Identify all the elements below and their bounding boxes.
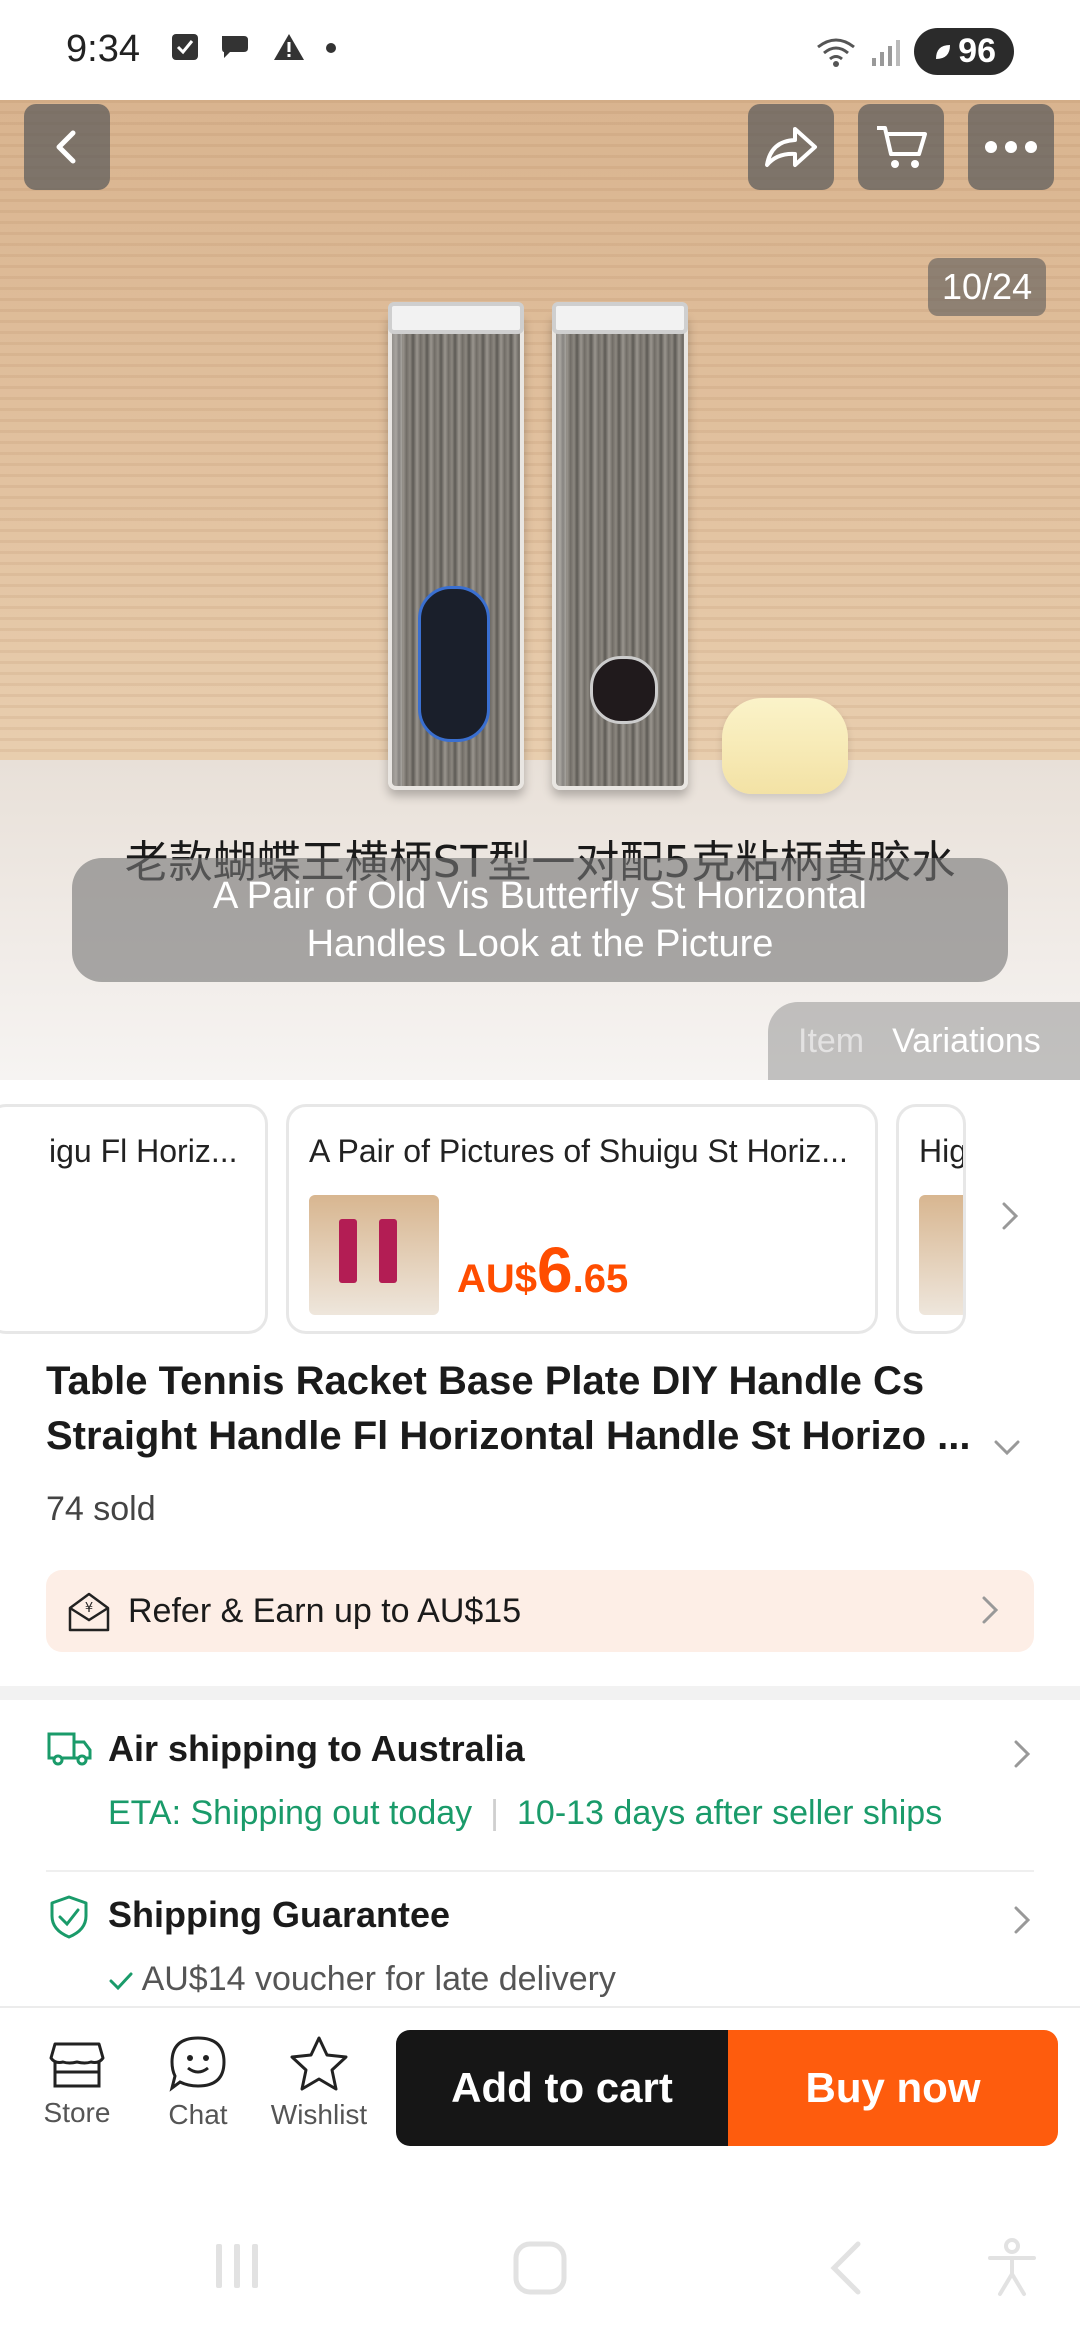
variant-card[interactable]: igu Fl Horiz... (0, 1104, 268, 1334)
chat-label: Chat (168, 2099, 228, 2130)
product-image-gallery[interactable]: 10/24 老款蝴蝶王横柄ST型一对配5克粘柄黄胶水 A Pair of Old… (0, 100, 1080, 1080)
price-currency: AU$ (457, 1257, 538, 1301)
cart-button[interactable] (858, 104, 944, 190)
price-decimal: .65 (572, 1257, 629, 1301)
tab-item[interactable]: Item (798, 1022, 864, 1061)
dot-icon (326, 43, 336, 53)
status-bar: 9:34 96 (0, 0, 1080, 100)
handle-cap (388, 302, 524, 334)
variant-card-selected[interactable]: A Pair of Pictures of Shuigu St Horiz...… (286, 1104, 878, 1334)
translation-overlay: A Pair of Old Vis Butterfly St Horizonta… (72, 858, 1008, 982)
status-time: 9:34 (66, 28, 140, 70)
checkbox-notification-icon (172, 34, 198, 60)
price-integer: 6 (537, 1234, 573, 1306)
recent-apps-icon[interactable] (212, 2240, 264, 2292)
shield-check-icon (50, 1895, 88, 1939)
signal-icon (872, 39, 901, 66)
add-to-cart-button[interactable]: Add to cart (396, 2030, 728, 2146)
home-icon[interactable] (512, 2240, 568, 2296)
wifi-icon (817, 38, 856, 67)
refer-earn-banner[interactable]: ¥ Refer & Earn up to AU$15 (46, 1570, 1034, 1652)
warning-icon (274, 34, 304, 60)
handle-logo (590, 656, 658, 724)
chevron-right-icon (1014, 1740, 1031, 1768)
star-icon (290, 2036, 348, 2091)
battery-indicator: 96 (914, 28, 1014, 75)
check-icon (109, 1972, 133, 1991)
store-label: Store (43, 2097, 111, 2128)
refer-envelope-icon: ¥ (68, 1592, 110, 1632)
share-icon (765, 127, 817, 167)
guarantee-voucher-text: AU$14 voucher for late delivery (141, 1960, 616, 1998)
chat-button[interactable]: Chat (143, 2034, 253, 2131)
handle-left-image (388, 302, 524, 790)
refer-label: Refer & Earn up to AU$15 (128, 1591, 522, 1630)
variations-carousel[interactable]: igu Fl Horiz... A Pair of Pictures of Sh… (0, 1080, 1080, 1350)
buy-now-button[interactable]: Buy now (728, 2030, 1058, 2146)
chevron-right-icon (1014, 1906, 1031, 1934)
cart-icon (877, 126, 927, 168)
shipping-title: Air shipping to Australia (108, 1728, 525, 1769)
variant-title: igu Fl Horiz... (49, 1133, 238, 1169)
tab-variations[interactable]: Variations (892, 1022, 1041, 1061)
product-title[interactable]: Table Tennis Racket Base Plate DIY Handl… (46, 1354, 976, 1466)
variant-title: A Pair of Pictures of Shuigu St Horiz... (309, 1133, 848, 1169)
battery-level: 96 (958, 32, 996, 70)
back-button[interactable] (24, 104, 110, 190)
translation-text: A Pair of Old Vis Butterfly St Horizonta… (212, 875, 867, 965)
gallery-view-tabs: Item Variations (768, 1002, 1080, 1080)
thumb-handle (339, 1219, 357, 1283)
chevron-down-icon[interactable] (992, 1436, 1022, 1460)
wishlist-label: Wishlist (270, 2099, 368, 2130)
back-nav-icon[interactable] (826, 2240, 866, 2296)
store-icon (49, 2042, 105, 2088)
share-button[interactable] (748, 104, 834, 190)
accessibility-icon[interactable] (986, 2238, 1038, 2298)
store-button[interactable]: Store (22, 2034, 132, 2129)
chat-face-icon (169, 2036, 226, 2092)
eta-text: ETA: Shipping out today (108, 1794, 473, 1832)
section-divider (0, 1686, 1080, 1700)
back-arrow-icon (56, 130, 76, 164)
row-divider (46, 1870, 1034, 1872)
chevron-right-icon[interactable] (996, 1198, 1024, 1234)
shipping-eta: ETA: Shipping out today | 10-13 days after… (108, 1794, 942, 1833)
system-nav-bar (0, 2200, 1080, 2340)
variant-thumbnail (919, 1195, 963, 1315)
variant-card[interactable]: Hig (896, 1104, 966, 1334)
thumb-handle (379, 1219, 397, 1283)
handle-right-image (552, 302, 688, 790)
truck-icon (47, 1732, 92, 1766)
chat-bubble-icon (222, 36, 248, 58)
variant-price: AU$ 6 .65 (457, 1233, 628, 1307)
more-options-button[interactable] (968, 104, 1054, 190)
eta-separator: | (490, 1794, 499, 1832)
svg-text:¥: ¥ (85, 1601, 93, 1616)
handle-cap (552, 302, 688, 334)
sold-count: 74 sold (46, 1490, 156, 1528)
status-right: 96 (814, 28, 1014, 75)
guarantee-subtitle: AU$14 voucher for late delivery (108, 1960, 616, 1999)
variant-thumbnail (309, 1195, 439, 1315)
handle-logo (418, 586, 490, 742)
battery-saver-icon (936, 44, 951, 59)
glue-tub-image (722, 698, 848, 794)
chevron-right-icon (982, 1596, 999, 1624)
eta-days: 10-13 days after seller ships (517, 1794, 943, 1832)
wishlist-button[interactable]: Wishlist (264, 2034, 374, 2131)
notification-icons (170, 32, 338, 62)
guarantee-title: Shipping Guarantee (108, 1894, 451, 1935)
variant-title: Hig (919, 1133, 966, 1169)
more-dots-icon (985, 141, 1037, 153)
image-counter: 10/24 (928, 258, 1047, 316)
bottom-action-bar: Store Chat Wishlist Add to cart Buy now (0, 2006, 1080, 2146)
